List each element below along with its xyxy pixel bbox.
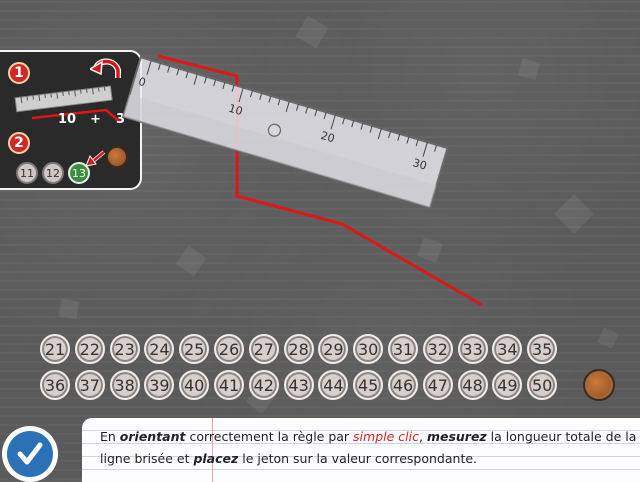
answer-chip-36[interactable]: 36 — [40, 370, 70, 400]
answer-chip-26[interactable]: 26 — [214, 334, 244, 364]
instr-keyword-placez: placez — [193, 451, 238, 466]
answer-chip-23[interactable]: 23 — [110, 334, 140, 364]
instr-keyword-orientant: orientant — [120, 429, 186, 444]
answer-chip-27[interactable]: 27 — [249, 334, 279, 364]
answer-chip-46[interactable]: 46 — [388, 370, 418, 400]
instr-part: correctement la règle par — [186, 429, 354, 444]
answer-chip-50[interactable]: 50 — [527, 370, 557, 400]
checkmark-icon — [15, 439, 45, 469]
answer-chip-30[interactable]: 30 — [353, 334, 383, 364]
validate-button[interactable] — [2, 426, 58, 482]
answer-chip-35[interactable]: 35 — [527, 334, 557, 364]
answer-chip-41[interactable]: 41 — [214, 370, 244, 400]
broken-line — [0, 0, 640, 480]
answer-chip-25[interactable]: 25 — [179, 334, 209, 364]
instr-part: le jeton sur la valeur correspondante. — [238, 451, 477, 466]
answer-chip-31[interactable]: 31 — [388, 334, 418, 364]
answer-chip-40[interactable]: 40 — [179, 370, 209, 400]
answer-chip-43[interactable]: 43 — [284, 370, 314, 400]
answer-chip-32[interactable]: 32 — [423, 334, 453, 364]
answer-chip-28[interactable]: 28 — [284, 334, 314, 364]
answer-chip-48[interactable]: 48 — [458, 370, 488, 400]
answer-chip-45[interactable]: 45 — [353, 370, 383, 400]
instr-keyword-mesurez: mesurez — [427, 429, 487, 444]
validate-button-face — [7, 431, 53, 477]
instructions-panel: En orientant correctement la règle par s… — [82, 418, 640, 482]
answer-chip-38[interactable]: 38 — [110, 370, 140, 400]
instr-part: En — [100, 429, 120, 444]
answer-chip-21[interactable]: 21 — [40, 334, 70, 364]
answer-chip-22[interactable]: 22 — [75, 334, 105, 364]
answer-chip-47[interactable]: 47 — [423, 370, 453, 400]
instructions-text: En orientant correctement la règle par s… — [100, 426, 640, 470]
answer-chip-33[interactable]: 33 — [458, 334, 488, 364]
answer-chip-42[interactable]: 42 — [249, 370, 279, 400]
instr-part: , — [419, 429, 427, 444]
answer-token[interactable] — [583, 369, 615, 401]
instr-keyword-simple-clic: simple clic — [353, 429, 419, 444]
answer-chip-37[interactable]: 37 — [75, 370, 105, 400]
